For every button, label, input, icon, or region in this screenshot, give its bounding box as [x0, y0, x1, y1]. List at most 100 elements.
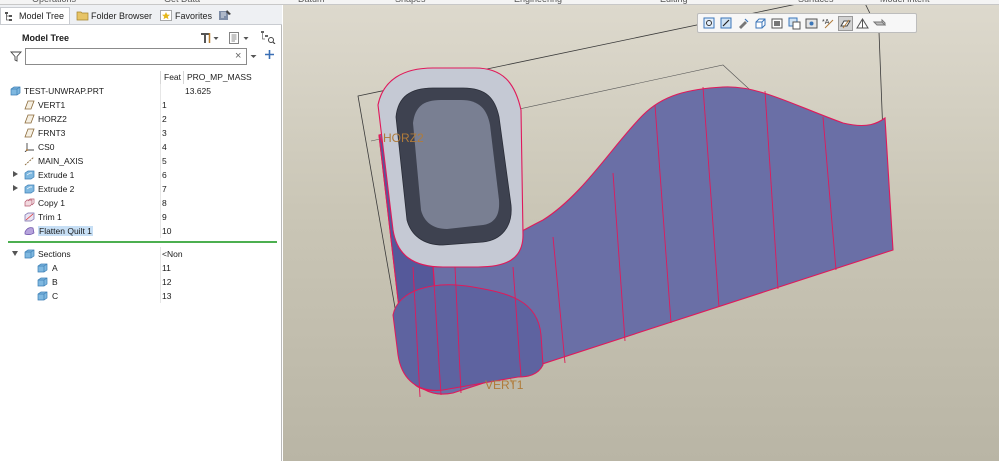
column-separator[interactable] [183, 71, 184, 84]
section-icon [37, 263, 48, 273]
navigator-panel: Model Tree Folder Browser Favorites Mode… [0, 5, 282, 461]
ribbon-group-engineering[interactable]: Engineering [514, 0, 562, 4]
tree-row-vert1[interactable]: VERT1 1 [0, 98, 282, 112]
column-line [160, 224, 161, 238]
tree-row-label: C [52, 291, 59, 301]
tree-row-label: TEST-UNWRAP.PRT [24, 86, 104, 96]
tree-row-frnt3[interactable]: FRNT3 3 [0, 126, 282, 140]
datum-label-horz: HORZ2 [383, 131, 424, 145]
extrude-icon [24, 170, 35, 180]
repaint-icon[interactable] [753, 16, 768, 31]
expand-icon[interactable] [13, 171, 18, 177]
column-separator[interactable] [160, 71, 161, 84]
show-chevron-icon[interactable] [243, 32, 249, 44]
tree-row-feat: 8 [162, 198, 167, 208]
tree-row-section-a[interactable]: A 11 [0, 261, 282, 275]
refit-icon[interactable] [702, 16, 717, 31]
tree-row-label: MAIN_AXIS [38, 156, 84, 166]
tree-row-trim-1[interactable]: Trim 1 9 [0, 210, 282, 224]
annotation-display-icon[interactable]: *A [821, 16, 836, 31]
zoom-in-icon[interactable] [719, 16, 734, 31]
appearance-icon[interactable] [872, 16, 887, 31]
column-feat[interactable]: Feat [164, 72, 182, 82]
flatten-quilt-icon [24, 226, 35, 236]
ribbon-group-shapes[interactable]: Shapes [395, 0, 426, 4]
graphics-window[interactable]: HORZ2 VERT1 *A [283, 5, 999, 461]
tree-row-copy-1[interactable]: Copy 1 8 [0, 196, 282, 210]
tree-title: Model Tree [22, 33, 70, 43]
tree-row-sections[interactable]: Sections <Non [0, 247, 282, 261]
tree-row-feat: <Non [162, 249, 183, 259]
tree-row-label: FRNT3 [38, 128, 66, 138]
tree-row-label: Trim 1 [38, 212, 62, 222]
tree-row-label: A [52, 263, 58, 273]
tree-row-horz2[interactable]: HORZ2 2 [0, 112, 282, 126]
ribbon-group-model-intent[interactable]: Model Intent [880, 0, 930, 4]
tab-favorites[interactable]: Favorites [157, 7, 217, 24]
search-options-chevron-icon[interactable] [250, 50, 257, 62]
column-line [160, 182, 161, 196]
search-input[interactable] [25, 48, 247, 65]
tree-row-flatten-quilt-1[interactable]: Flatten Quilt 1 10 [0, 224, 282, 238]
search-row: × [0, 47, 282, 69]
tree-row-mass: 13.625 [185, 86, 211, 96]
column-line [160, 289, 161, 303]
spin-center-icon[interactable] [855, 16, 870, 31]
column-mass[interactable]: PRO_MP_MASS [187, 72, 252, 82]
show-icon[interactable] [228, 32, 241, 44]
tree-row-feat: 7 [162, 184, 167, 194]
expand-icon[interactable] [13, 185, 18, 191]
ribbon-group-surfaces[interactable]: Surfaces [798, 0, 834, 4]
tree-filters-icon[interactable] [260, 30, 276, 45]
add-icon[interactable] [264, 49, 275, 60]
tree-row-test-unwrap-prt[interactable]: TEST-UNWRAP.PRT 13.625 [0, 84, 282, 98]
tree-row-feat: 5 [162, 156, 167, 166]
extrude-icon [24, 184, 35, 194]
display-style-icon[interactable] [770, 16, 785, 31]
view-toolbar: *A [697, 13, 917, 33]
zoom-out-icon[interactable] [736, 16, 751, 31]
part-icon [10, 86, 21, 96]
column-line [160, 112, 161, 126]
tab-model-tree-label: Model Tree [19, 11, 65, 21]
tree-row-feat: 12 [162, 277, 172, 287]
tree-row-label: Sections [38, 249, 71, 259]
ribbon-group-editing[interactable]: Editing [660, 0, 688, 4]
model-scene[interactable]: HORZ2 VERT1 [283, 5, 999, 461]
tree-row-section-b[interactable]: B 12 [0, 275, 282, 289]
tree-row-main-axis[interactable]: MAIN_AXIS 5 [0, 154, 282, 168]
pin-tools-icon[interactable] [218, 9, 232, 22]
tree-row-cs0[interactable]: CS0 4 [0, 140, 282, 154]
tree-row-label: HORZ2 [38, 114, 67, 124]
insert-here-marker[interactable] [8, 241, 277, 243]
tab-model-tree[interactable]: Model Tree [0, 7, 70, 24]
tree-row-feat: 6 [162, 170, 167, 180]
sections-group: Sections <Non A 11 B 12 C 13 [0, 247, 282, 307]
column-line [160, 210, 161, 224]
collapse-icon[interactable] [12, 251, 18, 256]
tree-row-section-c[interactable]: C 13 [0, 289, 282, 303]
clear-icon[interactable]: × [235, 50, 241, 62]
filter-icon[interactable] [9, 51, 23, 62]
tree-row-feat: 1 [162, 100, 167, 110]
copy-icon [24, 198, 35, 208]
folder-icon [76, 10, 89, 21]
tree-row-feat: 4 [162, 142, 167, 152]
settings-icon[interactable] [199, 32, 212, 44]
datum-display-icon[interactable] [838, 15, 853, 31]
ribbon-group-get-data[interactable]: Get Data [164, 0, 200, 4]
tree-row-extrude-2[interactable]: Extrude 2 7 [0, 182, 282, 196]
column-line [160, 140, 161, 154]
view-manager-icon[interactable] [804, 16, 819, 31]
settings-chevron-icon[interactable] [213, 32, 219, 44]
ribbon-group-datum[interactable]: Datum [298, 0, 325, 4]
tab-folder-browser[interactable]: Folder Browser [73, 7, 155, 24]
column-line [160, 247, 161, 261]
section-icon [37, 291, 48, 301]
ribbon-group-operations[interactable]: Operations [32, 0, 76, 4]
tree-row-extrude-1[interactable]: Extrude 1 6 [0, 168, 282, 182]
tree-header: Model Tree [0, 27, 282, 47]
saved-views-icon[interactable] [787, 16, 802, 31]
coordinate-system-icon [24, 142, 35, 153]
datum-plane-icon [24, 100, 35, 110]
